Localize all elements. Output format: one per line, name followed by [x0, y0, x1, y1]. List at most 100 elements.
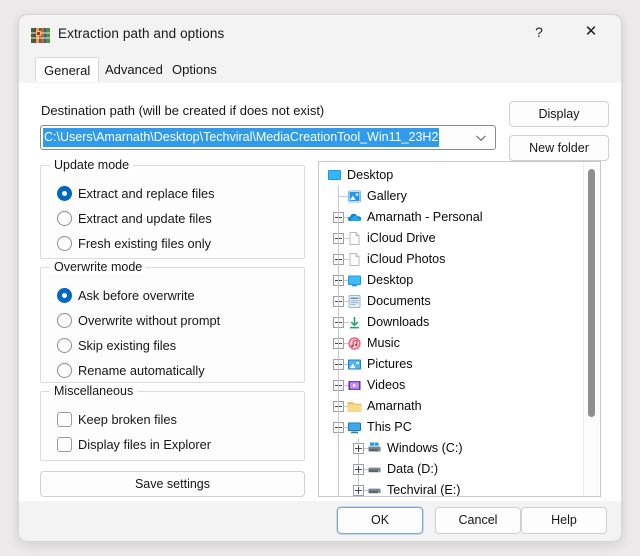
windows-drive-icon [367, 441, 382, 456]
update-mode-group: Update mode Extract and replace files Ex… [40, 158, 305, 259]
tree-item-label: iCloud Drive [367, 231, 436, 245]
tree-item-label: Documents [367, 294, 431, 308]
tree-item-label: Desktop [367, 273, 414, 287]
pictures-icon [347, 357, 362, 372]
tree-item-label: Amarnath - Personal [367, 210, 483, 224]
display-button[interactable]: Display [509, 101, 609, 127]
option-label: Ask before overwrite [78, 288, 195, 303]
update-mode-title: Update mode [50, 158, 134, 172]
destination-path-combobox[interactable]: C:\Users\Amarnath\Desktop\Techviral\Medi… [40, 125, 496, 150]
tree-item[interactable]: Gallery [319, 186, 583, 207]
tree-item[interactable]: Pictures [319, 354, 583, 375]
tree-item-label: Data (D:) [387, 462, 439, 476]
tree-item-label: Pictures [367, 357, 413, 371]
cancel-button[interactable]: Cancel [435, 507, 521, 534]
title-bar: Extraction path and options ? ✕ [19, 15, 621, 57]
chevron-down-icon[interactable] [473, 130, 489, 146]
option-label: Skip existing files [78, 338, 177, 353]
destination-path-label: Destination path (will be created if doe… [41, 103, 325, 118]
folder-tree-items: Desktop Gallery Amarnath - Personal iCloud … [319, 165, 583, 497]
tree-item-label: Videos [367, 378, 406, 392]
tree-item[interactable]: Videos [319, 375, 583, 396]
tree-item-label: Techviral (E:) [387, 483, 461, 497]
downloads-icon [347, 315, 362, 330]
tree-item[interactable]: iCloud Drive [319, 228, 583, 249]
option-label: Display files in Explorer [78, 437, 211, 452]
miscellaneous-title: Miscellaneous [50, 384, 138, 398]
tree-item[interactable]: Documents [319, 291, 583, 312]
dialog-footer: OK Cancel Help [19, 501, 621, 541]
tab-advanced[interactable]: Advanced [97, 57, 171, 82]
expand-icon[interactable] [353, 443, 364, 454]
desktop-folder-icon [347, 273, 362, 288]
window-title: Extraction path and options [58, 26, 225, 41]
option-label: Fresh existing files only [78, 236, 211, 251]
option-label: Overwrite without prompt [78, 313, 221, 328]
tree-scrollbar-thumb[interactable] [588, 169, 595, 417]
option-label: Extract and update files [78, 211, 212, 226]
gallery-icon [347, 189, 362, 204]
tree-item[interactable]: Data (D:) [319, 459, 583, 480]
tab-strip: General Advanced Options [19, 57, 621, 84]
save-settings-button[interactable]: Save settings [40, 471, 305, 497]
videos-icon [347, 378, 362, 393]
tree-item[interactable]: iCloud Photos [319, 249, 583, 270]
tree-scrollbar-track[interactable] [583, 163, 599, 496]
folder-tree[interactable]: Desktop Gallery Amarnath - Personal iCloud … [318, 161, 601, 497]
option-label: Rename automatically [78, 363, 205, 378]
tree-item-label: iCloud Photos [367, 252, 446, 266]
option-label: Keep broken files [78, 412, 177, 427]
overwrite-mode-title: Overwrite mode [50, 260, 147, 274]
expand-icon[interactable] [353, 464, 364, 475]
folder-icon [347, 399, 362, 414]
new-folder-button[interactable]: New folder [509, 135, 609, 161]
radio-indicator [57, 313, 72, 328]
expand-icon[interactable] [353, 485, 364, 496]
titlebar-help-button[interactable]: ? [517, 15, 561, 49]
radio-indicator [57, 288, 72, 303]
drive-icon [367, 462, 382, 477]
tree-item-label: Downloads [367, 315, 430, 329]
checkbox-indicator [57, 437, 72, 452]
miscellaneous-group: Miscellaneous Keep broken files Display … [40, 384, 305, 461]
ok-button[interactable]: OK [337, 507, 423, 534]
tree-item[interactable]: Amarnath [319, 396, 583, 417]
this-pc-icon [347, 420, 362, 435]
icloud-drive-icon [347, 231, 362, 246]
desktop-icon [327, 168, 342, 183]
music-icon [347, 336, 362, 351]
tree-item-label: Gallery [367, 189, 407, 203]
radio-indicator [57, 338, 72, 353]
general-tab-panel: Destination path (will be created if doe… [19, 83, 621, 503]
tab-general[interactable]: General [35, 57, 100, 82]
tree-item[interactable]: Windows (C:) [319, 438, 583, 459]
help-button[interactable]: Help [521, 507, 607, 534]
radio-indicator [57, 186, 72, 201]
radio-indicator [57, 211, 72, 226]
extraction-options-dialog: Extraction path and options ? ✕ General … [18, 14, 622, 542]
tree-item[interactable]: Techviral (E:) [319, 480, 583, 497]
tree-item-label: Desktop [347, 168, 394, 182]
radio-indicator [57, 363, 72, 378]
tree-item[interactable]: Music [319, 333, 583, 354]
winrar-icon [31, 26, 50, 45]
onedrive-icon [347, 210, 362, 225]
overwrite-mode-group: Overwrite mode Ask before overwrite Over… [40, 260, 305, 383]
tree-item-label: Music [367, 336, 400, 350]
tree-item[interactable]: Desktop [319, 270, 583, 291]
tree-item[interactable]: Amarnath - Personal [319, 207, 583, 228]
tree-item[interactable]: Downloads [319, 312, 583, 333]
tree-item-label: Amarnath [367, 399, 422, 413]
tree-item[interactable]: This PC [319, 417, 583, 438]
destination-path-input[interactable]: C:\Users\Amarnath\Desktop\Techviral\Medi… [43, 128, 440, 147]
tree-item-label: Windows (C:) [387, 441, 463, 455]
tree-item[interactable]: Desktop [319, 165, 583, 186]
icloud-photos-icon [347, 252, 362, 267]
tab-options[interactable]: Options [164, 57, 225, 82]
tree-item-label: This PC [367, 420, 412, 434]
checkbox-indicator [57, 412, 72, 427]
radio-indicator [57, 236, 72, 251]
close-icon[interactable]: ✕ [569, 15, 613, 49]
option-label: Extract and replace files [78, 186, 215, 201]
drive-icon [367, 483, 382, 496]
